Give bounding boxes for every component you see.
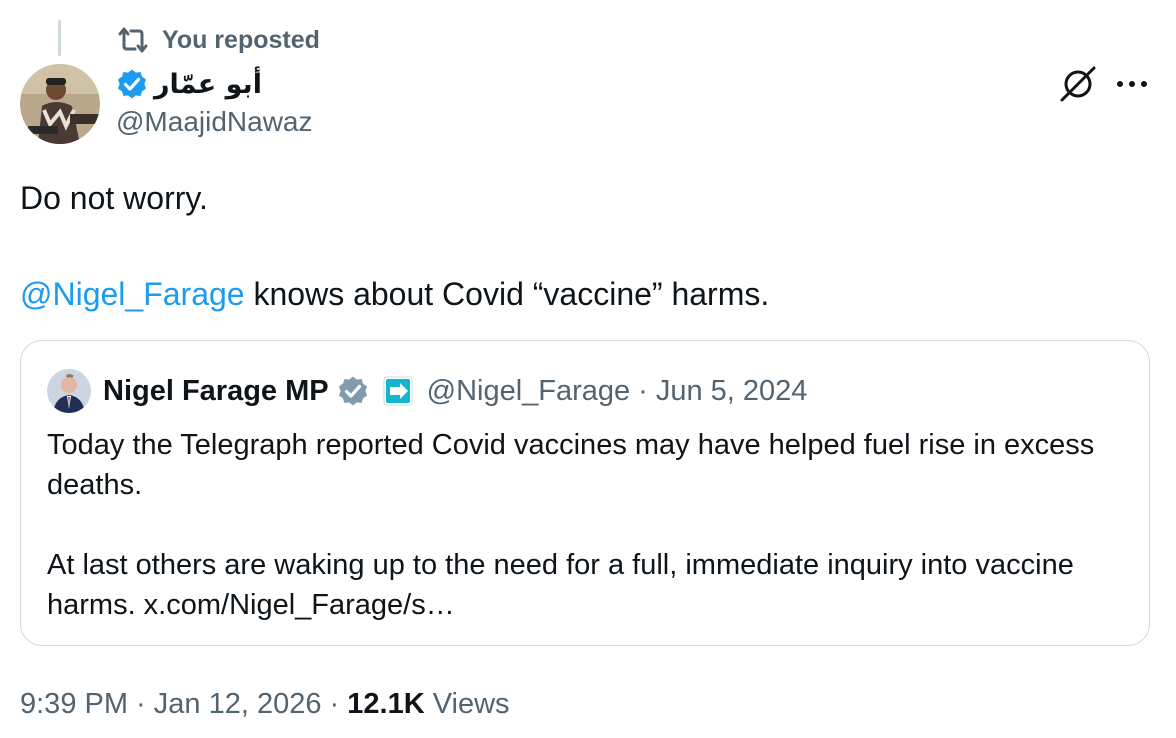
quoted-tweet-card[interactable]: Nigel Farage MP @Nigel_Farage · Jun 5, 2…: [20, 340, 1150, 646]
footer-separator: ·: [128, 687, 154, 720]
tweet-date[interactable]: Jan 12, 2026: [154, 688, 322, 721]
repost-icon: [118, 27, 148, 53]
repost-label: You reposted: [162, 25, 320, 54]
quoted-author-avatar[interactable]: [47, 369, 91, 413]
mention-link[interactable]: @Nigel_Farage: [20, 276, 245, 312]
quoted-handle[interactable]: @Nigel_Farage: [427, 375, 631, 408]
tweet-line-1: Do not worry.: [20, 180, 208, 216]
views-label: Views: [432, 687, 510, 720]
author-avatar[interactable]: [20, 64, 100, 144]
quoted-tweet-header: Nigel Farage MP @Nigel_Farage · Jun 5, 2…: [47, 369, 807, 413]
meta-separator: ·: [638, 374, 648, 407]
quoted-display-name[interactable]: Nigel Farage MP: [103, 375, 329, 408]
repost-indicator[interactable]: You reposted: [116, 24, 320, 56]
footer-separator: ·: [321, 687, 348, 720]
quoted-tweet-text: Today the Telegraph reported Covid vacci…: [47, 429, 1095, 621]
verified-badge-icon: [118, 69, 146, 99]
tweet-text: Do not worry. @Nigel_Farage knows about …: [20, 174, 1150, 318]
grok-icon[interactable]: [1058, 64, 1098, 104]
author-handle[interactable]: @MaajidNawaz: [116, 106, 313, 138]
tweet-line-2: knows about Covid “vaccine” harms.: [244, 276, 770, 312]
more-icon[interactable]: [1112, 70, 1152, 98]
thread-line: [58, 20, 61, 56]
tweet-footer: 9:39 PM · Jan 12, 2026 · 12.1K Views: [20, 684, 510, 724]
tweet-time[interactable]: 9:39 PM: [20, 688, 128, 721]
views-count: 12.1K: [347, 687, 425, 720]
author-display-name[interactable]: أبو عمّار: [154, 69, 262, 100]
reform-uk-icon[interactable]: [383, 376, 413, 406]
author-name-row[interactable]: أبو عمّار: [116, 64, 262, 104]
quoted-date[interactable]: Jun 5, 2024: [656, 375, 808, 408]
verified-badge-icon: [338, 376, 367, 406]
